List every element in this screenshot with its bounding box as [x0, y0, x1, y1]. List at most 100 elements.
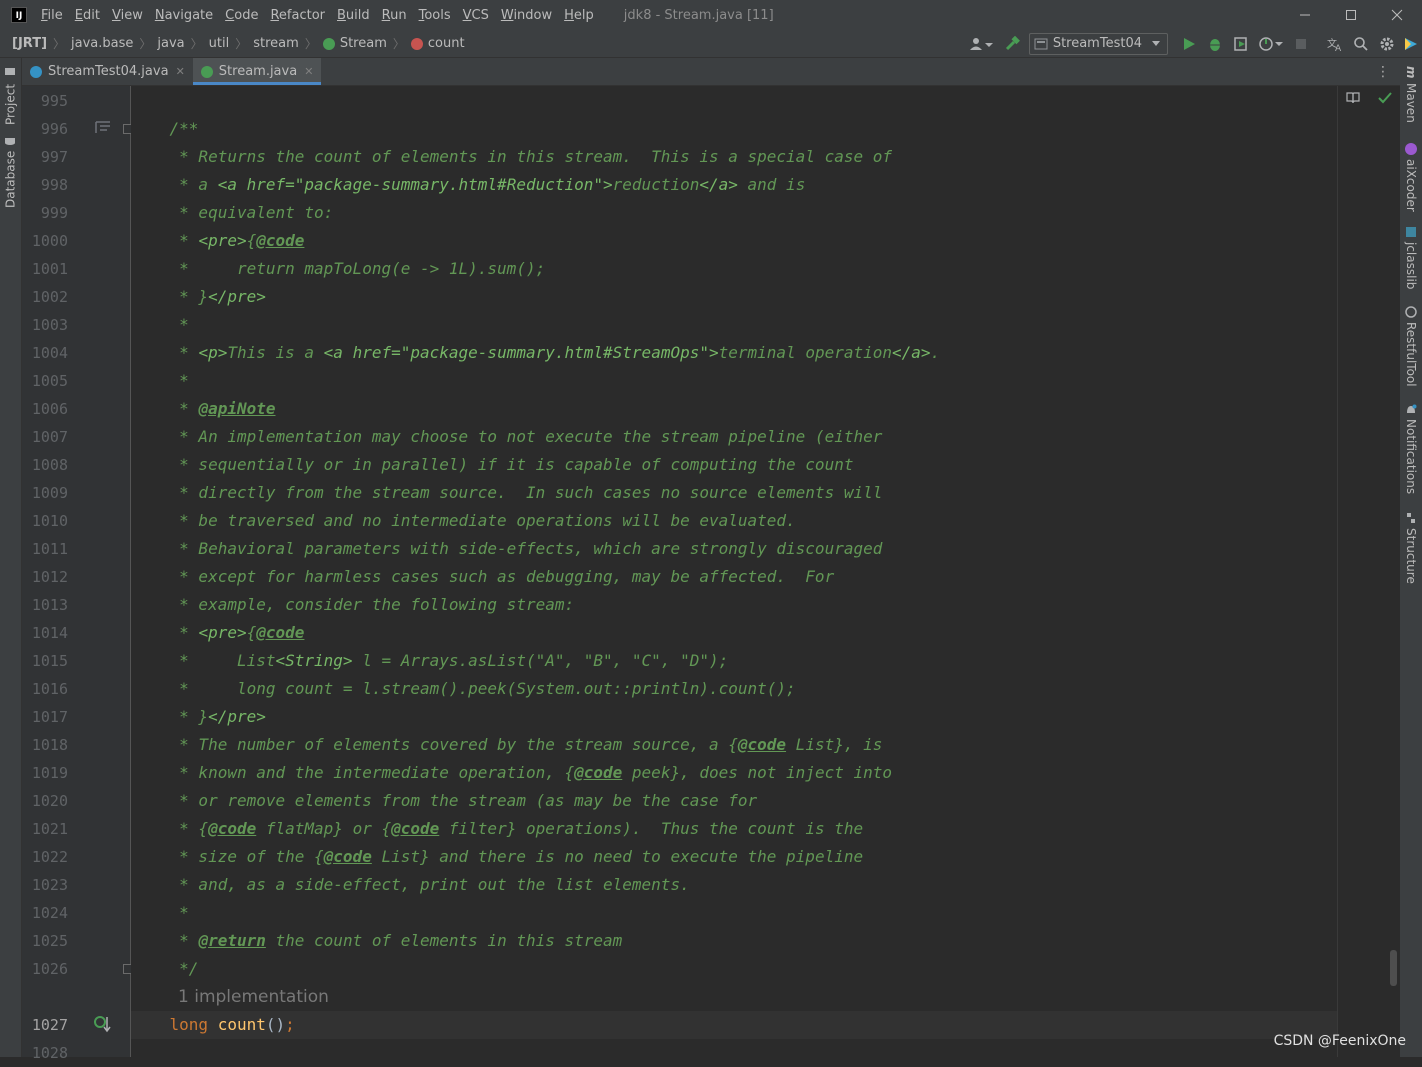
reader-mode-icon[interactable] — [1346, 92, 1360, 104]
code-line[interactable]: * be traversed and no intermediate opera… — [131, 507, 1338, 535]
code-line[interactable]: * <pre>{@code — [131, 619, 1338, 647]
code-line[interactable]: long count(); — [131, 1011, 1338, 1039]
add-user-button[interactable] — [963, 33, 999, 55]
close-tab-icon[interactable]: ✕ — [304, 65, 313, 78]
menu-vcs[interactable]: VCS — [457, 8, 495, 23]
close-window-button[interactable] — [1374, 0, 1420, 30]
breadcrumb-separator: 〉 — [235, 37, 248, 51]
aixcoder-tool-button[interactable]: aiXcoder — [1400, 142, 1422, 212]
menu-view[interactable]: View — [106, 8, 149, 23]
code-line[interactable]: * @return the count of elements in this … — [131, 927, 1338, 955]
code-line[interactable]: * }</pre> — [131, 703, 1338, 731]
code-line[interactable]: * equivalent to: — [131, 199, 1338, 227]
jclasslib-tool-button[interactable]: jclasslib — [1400, 226, 1422, 296]
project-tool-button[interactable]: Project — [0, 66, 21, 126]
code-line[interactable]: * — [131, 899, 1338, 927]
database-tool-button[interactable]: Database — [0, 138, 21, 208]
code-line[interactable]: * return mapToLong(e -> 1L).sum(); — [131, 255, 1338, 283]
code-editor[interactable]: /** * Returns the count of elements in t… — [131, 86, 1338, 1057]
translate-button[interactable]: 文A — [1322, 33, 1348, 55]
minimize-button[interactable] — [1282, 0, 1328, 30]
settings-button[interactable] — [1374, 33, 1400, 55]
menu-navigate[interactable]: Navigate — [149, 8, 219, 23]
code-line[interactable]: * List<String> l = Arrays.asList("A", "B… — [131, 647, 1338, 675]
code-line[interactable]: * <p>This is a <a href="package-summary.… — [131, 339, 1338, 367]
code-line[interactable] — [131, 1039, 1338, 1057]
structure-tool-button[interactable]: Structure — [1400, 512, 1422, 592]
restfultool-tool-button[interactable]: RestfulTool — [1400, 306, 1422, 396]
menu-refactor[interactable]: Refactor — [264, 8, 331, 23]
menu-edit[interactable]: Edit — [69, 8, 106, 23]
breadcrumb-java-base[interactable]: java.base — [67, 36, 137, 51]
menu-run[interactable]: Run — [376, 8, 413, 23]
code-line[interactable]: * known and the intermediate operation, … — [131, 759, 1338, 787]
breadcrumb-count-method[interactable]: count — [407, 36, 469, 51]
profile-button[interactable] — [1254, 33, 1288, 55]
code-line[interactable]: * size of the {@code List} and there is … — [131, 843, 1338, 871]
code-line[interactable]: * — [131, 367, 1338, 395]
code-line[interactable]: * a <a href="package-summary.html#Reduct… — [131, 171, 1338, 199]
jclasslib-icon — [1406, 227, 1416, 237]
code-line[interactable] — [131, 87, 1338, 115]
code-line[interactable]: * {@code flatMap} or {@code filter} oper… — [131, 815, 1338, 843]
plugin-button[interactable] — [1400, 33, 1422, 55]
code-line[interactable]: /** — [131, 115, 1338, 143]
code-token: * directly from the stream source. In su… — [131, 483, 883, 502]
stop-button[interactable] — [1288, 33, 1314, 55]
breadcrumb-stream-interface[interactable]: Stream — [319, 36, 391, 51]
line-number — [22, 983, 68, 1011]
implementations-hint[interactable]: 1 implementation — [178, 983, 329, 1011]
implemented-method-icon[interactable] — [94, 1015, 112, 1033]
code-line[interactable]: * <pre>{@code — [131, 227, 1338, 255]
close-tab-icon[interactable]: ✕ — [176, 65, 185, 78]
menu-help[interactable]: Help — [558, 8, 600, 23]
code-line[interactable]: * and, as a side-effect, print out the l… — [131, 871, 1338, 899]
code-line[interactable]: * — [131, 311, 1338, 339]
left-tool-strip: Project Database — [0, 58, 22, 1057]
maximize-button[interactable] — [1328, 0, 1374, 30]
code-line[interactable]: */ — [131, 955, 1338, 983]
menu-window[interactable]: Window — [495, 8, 558, 23]
code-token: @code — [256, 231, 305, 250]
breadcrumb-java[interactable]: java — [153, 36, 188, 51]
menu-tools[interactable]: Tools — [413, 8, 457, 23]
code-line[interactable]: * directly from the stream source. In su… — [131, 479, 1338, 507]
build-button[interactable] — [999, 33, 1025, 55]
maven-tool-button[interactable]: m Maven — [1400, 66, 1422, 126]
coverage-button[interactable] — [1228, 33, 1254, 55]
search-everywhere-button[interactable] — [1348, 33, 1374, 55]
code-line[interactable]: * long count = l.stream().peek(System.ou… — [131, 675, 1338, 703]
tab-streamtest04-java[interactable]: StreamTest04.java ✕ — [22, 58, 193, 85]
notifications-tool-button[interactable]: Notifications — [1400, 404, 1422, 494]
code-line[interactable]: * The number of elements covered by the … — [131, 731, 1338, 759]
abstract-method-icon — [410, 37, 423, 50]
code-token: * sequentially or in parallel) if it is … — [131, 455, 854, 474]
code-line[interactable]: * An implementation may choose to not ex… — [131, 423, 1338, 451]
run-configuration-select[interactable]: StreamTest04 — [1028, 32, 1168, 55]
code-line[interactable]: * sequentially or in parallel) if it is … — [131, 451, 1338, 479]
menu-code[interactable]: Code — [219, 8, 264, 23]
breadcrumb-jrt[interactable]: [JRT] — [0, 36, 51, 51]
vertical-scrollbar-thumb[interactable] — [1390, 950, 1397, 986]
code-line[interactable]: * or remove elements from the stream (as… — [131, 787, 1338, 815]
menu-file[interactable]: File — [35, 8, 69, 23]
code-line[interactable]: * Returns the count of elements in this … — [131, 143, 1338, 171]
tab-stream-java[interactable]: Stream.java ✕ — [192, 58, 322, 85]
run-button[interactable] — [1176, 33, 1202, 55]
code-line[interactable]: * }</pre> — [131, 283, 1338, 311]
code-line[interactable]: * example, consider the following stream… — [131, 591, 1338, 619]
debug-button[interactable] — [1202, 33, 1228, 55]
tab-actions-menu-icon[interactable]: ⋮ — [1376, 64, 1390, 80]
menu-build[interactable]: Build — [331, 8, 376, 23]
code-line[interactable]: * Behavioral parameters with side-effect… — [131, 535, 1338, 563]
coverage-icon — [1234, 36, 1247, 51]
breadcrumb-stream-package[interactable]: stream — [249, 36, 303, 51]
code-line[interactable]: * @apiNote — [131, 395, 1338, 423]
code-token: <a href="package-summary.html#Reduction"… — [217, 175, 613, 194]
code-token: long — [131, 1015, 218, 1034]
inspection-ok-icon[interactable] — [1378, 92, 1392, 104]
code-line[interactable]: * except for harmless cases such as debu… — [131, 563, 1338, 591]
breadcrumb-util[interactable]: util — [205, 36, 234, 51]
rendered-doc-toggle-icon[interactable] — [95, 120, 111, 134]
code-token: * except for harmless cases such as debu… — [131, 567, 835, 586]
